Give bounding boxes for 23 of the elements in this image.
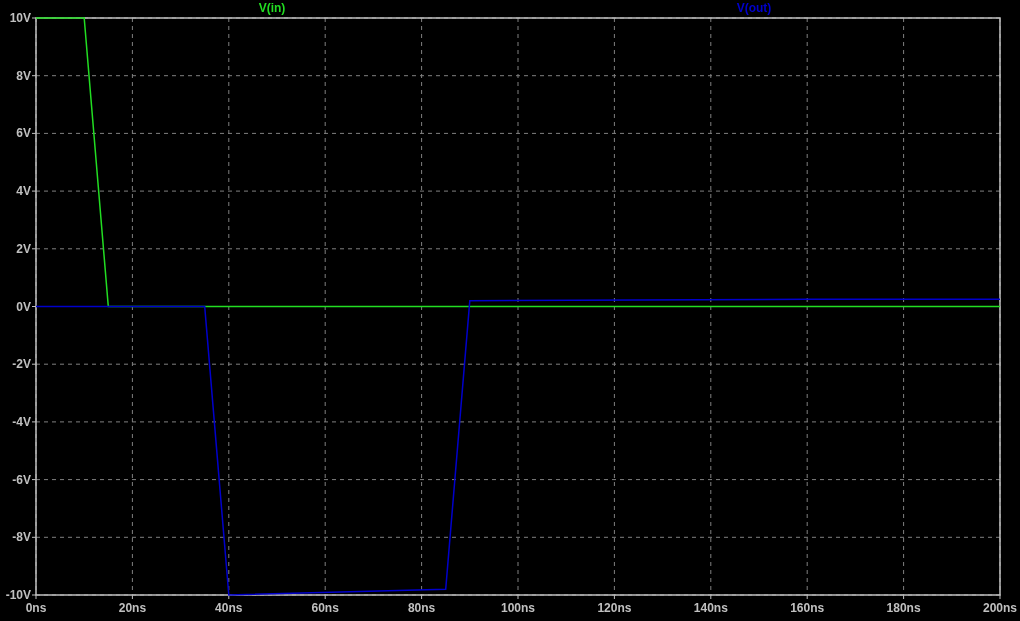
x-tick-label: 60ns <box>311 601 339 615</box>
x-tick-label: 80ns <box>407 601 436 615</box>
x-tick-label: 20ns <box>118 601 147 615</box>
x-tick-label: 160ns <box>790 601 825 615</box>
x-tick-label: 180ns <box>886 601 921 615</box>
y-tick-label: -4V <box>12 414 31 429</box>
x-tick-label: 40ns <box>215 601 243 615</box>
y-tick-label: -10V <box>5 588 31 602</box>
y-tick-label: -6V <box>12 472 31 487</box>
y-tick-label: 4V <box>16 184 31 199</box>
x-tick-label: 200ns <box>983 601 1017 615</box>
y-tick-label: 8V <box>16 68 31 83</box>
trace-label[interactable]: V(in) <box>258 1 286 15</box>
y-tick-label: -8V <box>12 530 31 545</box>
y-tick-label: 10V <box>9 11 31 25</box>
x-tick-label: 120ns <box>597 601 632 615</box>
x-tick-label: 0ns <box>25 601 47 615</box>
y-tick-label: -2V <box>12 357 31 372</box>
y-tick-label: 2V <box>16 241 31 256</box>
x-tick-label: 100ns <box>501 601 535 615</box>
y-tick-label: 0V <box>16 299 31 314</box>
x-tick-label: 140ns <box>693 601 728 615</box>
y-tick-label: 6V <box>16 126 31 141</box>
